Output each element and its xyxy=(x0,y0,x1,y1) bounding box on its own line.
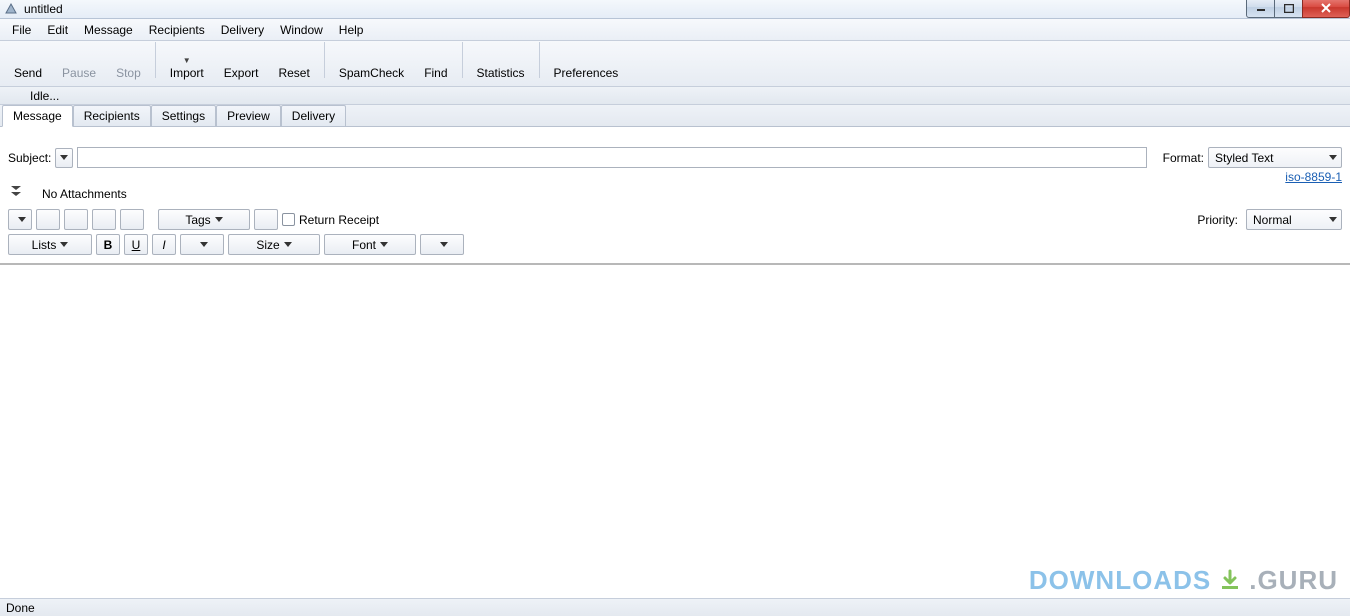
chevron-down-icon xyxy=(1329,217,1337,223)
menu-window[interactable]: Window xyxy=(272,20,331,40)
menu-delivery[interactable]: Delivery xyxy=(213,20,272,40)
format-toolbar-1: Tags Return Receipt Priority: Normal xyxy=(8,209,1342,230)
download-icon xyxy=(1217,568,1243,594)
menu-file[interactable]: File xyxy=(4,20,39,40)
tab-settings[interactable]: Settings xyxy=(151,105,216,126)
watermark-right: .GURU xyxy=(1249,565,1338,596)
format-block: Format: Styled Text xyxy=(1163,147,1342,168)
watermark: DOWNLOADS .GURU xyxy=(1029,565,1338,596)
chevron-down-icon xyxy=(60,242,68,248)
reset-button[interactable]: Reset xyxy=(268,46,319,80)
title-bar: untitled xyxy=(0,0,1350,19)
tab-row: Message Recipients Settings Preview Deli… xyxy=(0,105,1350,127)
toolbar: Send Pause Stop ▼Import Export Reset Spa… xyxy=(0,41,1350,87)
toolbar-separator xyxy=(324,42,325,78)
priority-label: Priority: xyxy=(1197,213,1238,227)
chevron-down-icon xyxy=(60,155,68,161)
status-text: Idle... xyxy=(30,89,59,103)
no-attachments-label: No Attachments xyxy=(42,187,127,201)
size-label: Size xyxy=(256,238,279,252)
menu-message[interactable]: Message xyxy=(76,20,141,40)
chevron-down-icon xyxy=(200,242,208,248)
statistics-button[interactable]: Statistics xyxy=(467,46,535,80)
tab-delivery[interactable]: Delivery xyxy=(281,105,346,126)
send-button[interactable]: Send xyxy=(4,46,52,80)
expand-attachments-icon[interactable] xyxy=(8,186,24,201)
minimize-button[interactable] xyxy=(1246,0,1275,18)
find-button[interactable]: Find xyxy=(414,46,457,80)
chevron-down-icon xyxy=(18,217,26,223)
window-title: untitled xyxy=(24,2,63,16)
menu-edit[interactable]: Edit xyxy=(39,20,76,40)
return-receipt-label: Return Receipt xyxy=(299,213,379,227)
size-dropdown[interactable]: Size xyxy=(228,234,320,255)
format-select[interactable]: Styled Text xyxy=(1208,147,1342,168)
window-controls xyxy=(1247,0,1350,18)
style-button-3[interactable] xyxy=(64,209,88,230)
chevron-down-icon: ▼ xyxy=(183,58,191,64)
tags-label: Tags xyxy=(185,213,210,227)
font-dropdown[interactable]: Font xyxy=(324,234,416,255)
tab-recipients[interactable]: Recipients xyxy=(73,105,151,126)
format-value: Styled Text xyxy=(1215,151,1273,165)
watermark-left: DOWNLOADS xyxy=(1029,565,1211,596)
app-icon xyxy=(4,2,18,16)
priority-select[interactable]: Normal xyxy=(1246,209,1342,230)
style-button-2[interactable] xyxy=(36,209,60,230)
toolbar-separator xyxy=(462,42,463,78)
message-form: Subject: Format: Styled Text iso-8859-1 … xyxy=(0,127,1350,265)
color-dropdown[interactable] xyxy=(180,234,224,255)
menu-bar: File Edit Message Recipients Delivery Wi… xyxy=(0,19,1350,41)
style-button-4[interactable] xyxy=(92,209,116,230)
tab-message[interactable]: Message xyxy=(2,105,73,127)
tab-preview[interactable]: Preview xyxy=(216,105,281,126)
subject-input[interactable] xyxy=(77,147,1146,168)
style-button-5[interactable] xyxy=(120,209,144,230)
menu-help[interactable]: Help xyxy=(331,20,372,40)
lists-label: Lists xyxy=(32,238,57,252)
status-strip: Idle... xyxy=(0,87,1350,105)
menu-recipients[interactable]: Recipients xyxy=(141,20,213,40)
subject-label: Subject: xyxy=(8,151,51,165)
preferences-button[interactable]: Preferences xyxy=(544,46,629,80)
bottom-status-bar: Done xyxy=(0,598,1350,616)
format-toolbar-2: Lists B U I Size Font xyxy=(8,234,1342,255)
bottom-status-text: Done xyxy=(6,601,35,615)
chevron-down-icon xyxy=(380,242,388,248)
toolbar-separator xyxy=(155,42,156,78)
toolbar-separator xyxy=(539,42,540,78)
font-label: Font xyxy=(352,238,376,252)
import-button[interactable]: ▼Import xyxy=(160,46,214,80)
style-dropdown-1[interactable] xyxy=(8,209,32,230)
tags-extra-button[interactable] xyxy=(254,209,278,230)
pause-button[interactable]: Pause xyxy=(52,46,106,80)
subject-row: Subject: Format: Styled Text xyxy=(8,147,1342,168)
encoding-link[interactable]: iso-8859-1 xyxy=(1285,170,1342,184)
export-button[interactable]: Export xyxy=(214,46,269,80)
priority-value: Normal xyxy=(1253,213,1292,227)
spamcheck-button[interactable]: SpamCheck xyxy=(329,46,414,80)
stop-button[interactable]: Stop xyxy=(106,46,151,80)
chevron-down-icon xyxy=(440,242,448,248)
chevron-down-icon xyxy=(215,217,223,223)
underline-button[interactable]: U xyxy=(124,234,148,255)
extra-dropdown[interactable] xyxy=(420,234,464,255)
format-label: Format: xyxy=(1163,151,1204,165)
encoding-row: iso-8859-1 xyxy=(8,170,1342,184)
chevron-down-icon xyxy=(1329,155,1337,161)
message-editor[interactable] xyxy=(0,265,1350,575)
close-button[interactable] xyxy=(1302,0,1350,18)
chevron-down-icon xyxy=(284,242,292,248)
subject-history-dropdown[interactable] xyxy=(55,148,73,168)
lists-dropdown[interactable]: Lists xyxy=(8,234,92,255)
attachments-row: No Attachments xyxy=(8,186,1342,201)
maximize-button[interactable] xyxy=(1274,0,1303,18)
tags-dropdown[interactable]: Tags xyxy=(158,209,250,230)
italic-button[interactable]: I xyxy=(152,234,176,255)
return-receipt-checkbox[interactable] xyxy=(282,213,295,226)
bold-button[interactable]: B xyxy=(96,234,120,255)
